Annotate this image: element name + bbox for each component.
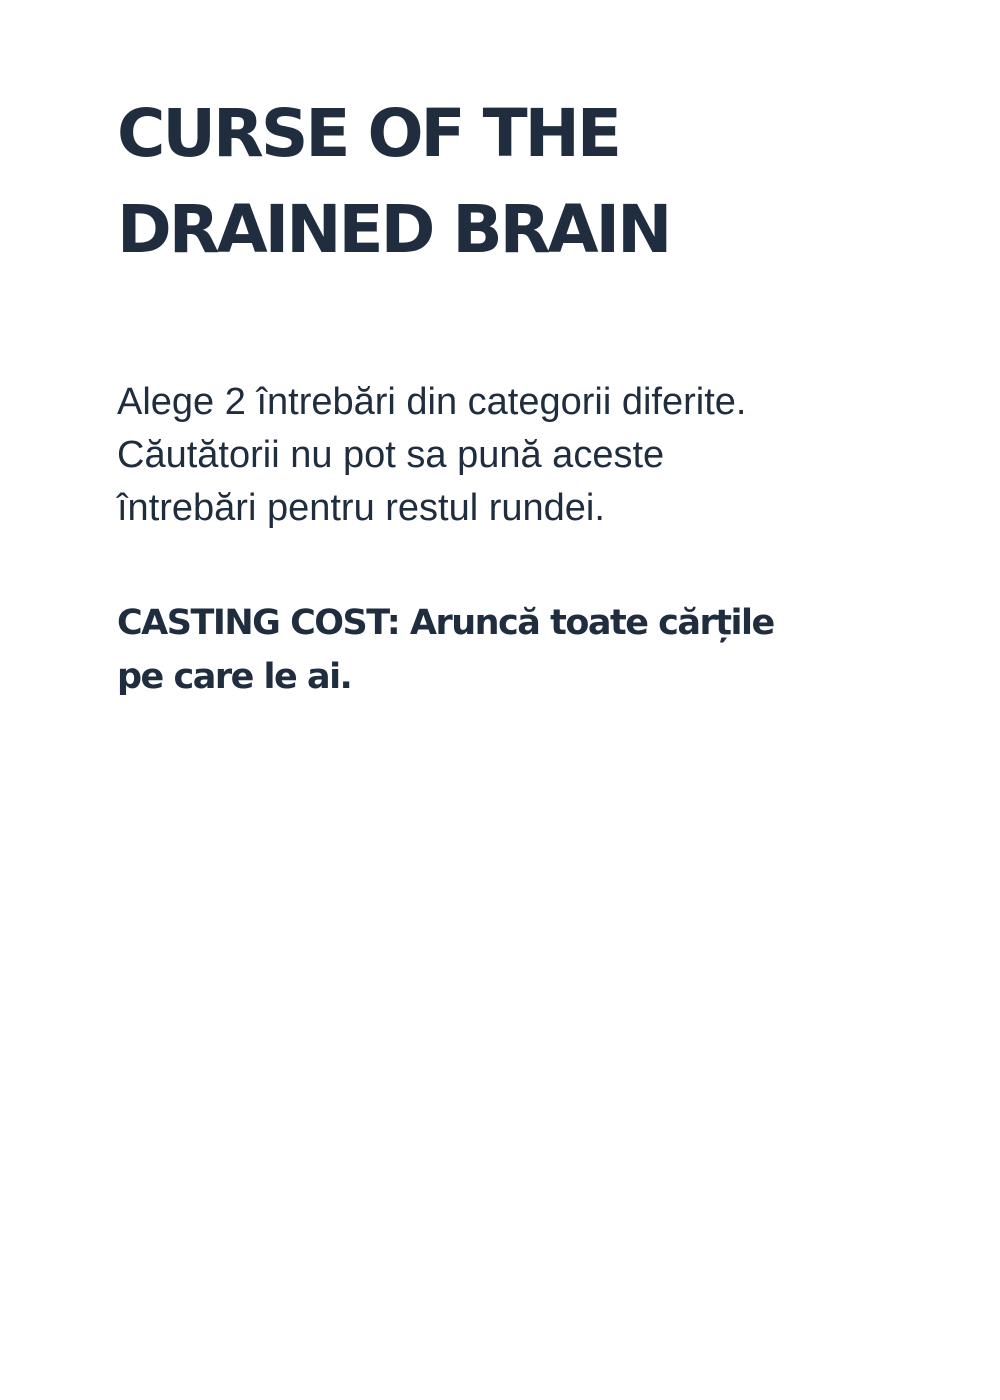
curse-card: CURSE OF THE DRAINED BRAIN Alege 2 între…: [0, 0, 1000, 1400]
card-title-line: DRAINED BRAIN: [117, 191, 672, 268]
card-description: Alege 2 întrebări din categorii diferite…: [117, 376, 917, 535]
description-line: Alege 2 întrebări din categorii diferite…: [117, 381, 747, 423]
casting-cost-line: CASTING COST: Aruncă toate cărțile: [117, 603, 775, 643]
card-title-line: CURSE OF THE: [117, 95, 622, 172]
description-line: Căutătorii nu pot sa pună aceste: [117, 434, 665, 476]
casting-cost: CASTING COST: Aruncă toate cărțile pe ca…: [117, 596, 937, 704]
casting-cost-line: pe care le ai.: [117, 657, 353, 697]
card-title: CURSE OF THE DRAINED BRAIN: [117, 86, 897, 278]
description-line: întrebări pentru restul rundei.: [117, 487, 605, 529]
